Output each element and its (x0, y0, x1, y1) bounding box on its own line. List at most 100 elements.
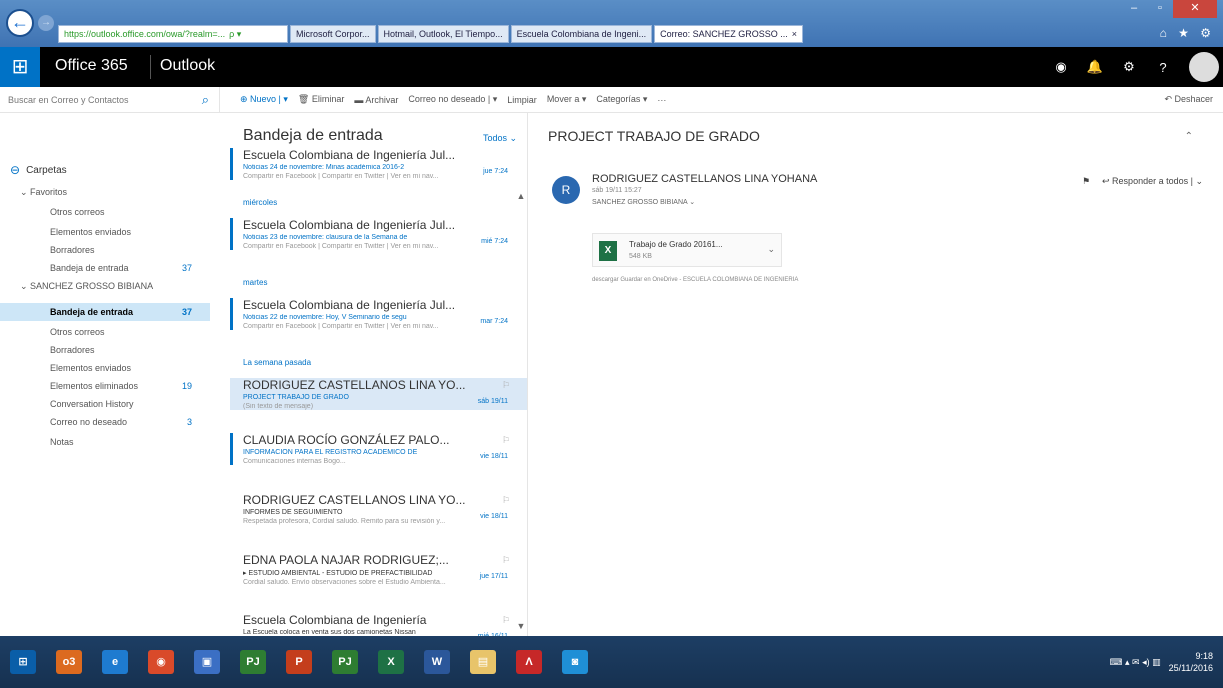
app-icon: W (424, 650, 450, 674)
list-item[interactable]: CLAUDIA ROCÍO GONZÁLEZ PALO... INFORMACIÓ… (230, 433, 527, 465)
avatar[interactable] (1189, 52, 1219, 82)
help-icon[interactable]: ? (1149, 60, 1177, 75)
taskbar-app[interactable]: ⊞ (0, 636, 46, 688)
list-item[interactable]: RODRIGUEZ CASTELLANOS LINA YO... INFORMES… (230, 493, 527, 525)
categories-button[interactable]: Categorías ▾ (596, 94, 647, 105)
taskbar-app[interactable]: PJ (230, 636, 276, 688)
address-actions[interactable]: ρ ▾ (229, 26, 241, 42)
taskbar-app[interactable]: e (92, 636, 138, 688)
taskbar-app[interactable]: W (414, 636, 460, 688)
command-bar: Buscar en Correo y Contactos ⌕ ⊕ Nuevo |… (0, 86, 1223, 113)
office-brand[interactable]: Office 365 (55, 57, 128, 75)
sidebar-folder[interactable]: Elementos enviados (0, 223, 210, 241)
bell-icon[interactable]: 🔔 (1081, 59, 1109, 75)
collapse-icon[interactable]: ⊖ (10, 163, 20, 177)
close-tab-icon[interactable]: × (792, 26, 797, 42)
sidebar-folder[interactable]: Borradores (0, 241, 210, 259)
app-icon: PJ (240, 650, 266, 674)
taskbar-apps: ⊞ o3 e ◉ ▣ PJ P PJ X W ▤ Ʌ ◙ (0, 636, 598, 688)
folders-header[interactable]: ⊖ Carpetas (10, 163, 67, 177)
taskbar-app[interactable]: ◙ (552, 636, 598, 688)
sender-name[interactable]: RODRIGUEZ CASTELLANOS LINA YOHANA (592, 173, 817, 185)
attachment-card[interactable]: X Trabajo de Grado 20161... 548 KB ⌄ (592, 233, 782, 267)
scroll-down-icon[interactable]: ▼ (515, 621, 527, 631)
reply-all-button[interactable]: ↩ Responder a todos | ⌄ (1102, 176, 1203, 187)
maximize-button[interactable]: ▫ (1147, 0, 1173, 18)
sidebar-folder[interactable]: Correo no deseado 3 (0, 413, 210, 431)
sidebar-folder[interactable]: Conversation History (0, 395, 210, 413)
attachment-links[interactable]: descargar Guardar en OneDrive - ESCUELA … (592, 277, 798, 283)
flag-icon[interactable]: ⚐ (502, 380, 510, 391)
sidebar-folder[interactable]: Bandeja de entrada 37 (0, 303, 210, 321)
tray-icons[interactable]: ⌨ ▴ ✉ ◂) ▥ (1110, 657, 1161, 668)
scroll-up-icon[interactable]: ▲ (515, 191, 527, 201)
search-input[interactable]: Buscar en Correo y Contactos ⌕ (0, 86, 220, 113)
skype-icon[interactable]: ◉ (1047, 59, 1075, 75)
collapse-icon[interactable]: ⌃ (1185, 131, 1193, 142)
list-item[interactable]: Escuela Colombiana de Ingeniería Jul... N… (230, 298, 527, 330)
taskbar-app[interactable]: ▤ (460, 636, 506, 688)
excel-file-icon: X (599, 241, 617, 261)
taskbar-app[interactable]: Ʌ (506, 636, 552, 688)
folder-label: Borradores (50, 245, 95, 255)
browser-tab[interactable]: Microsoft Corpor... (290, 25, 376, 43)
undo-button[interactable]: ↶ Deshacer (1164, 94, 1213, 105)
clock[interactable]: 9:18 25/11/2016 (1169, 650, 1213, 674)
list-item[interactable]: EDNA PAOLA NAJAR RODRIGUEZ;... ▸ ESTUDIO … (230, 553, 527, 586)
sender-avatar[interactable]: R (552, 176, 580, 204)
browser-tab-active[interactable]: Correo: SANCHEZ GROSSO ... × (654, 25, 803, 43)
taskbar-app[interactable]: ▣ (184, 636, 230, 688)
back-button[interactable]: ← (6, 9, 34, 37)
minimize-button[interactable]: – (1121, 0, 1147, 18)
flag-icon[interactable]: ⚐ (502, 615, 510, 626)
more-button[interactable]: ··· (657, 95, 666, 105)
taskbar-app[interactable]: ◉ (138, 636, 184, 688)
sidebar-folder[interactable]: ⌄ Favoritos (0, 183, 210, 201)
flag-icon[interactable]: ⚐ (502, 435, 510, 446)
archive-button[interactable]: ▬ Archivar (354, 95, 398, 105)
gear-icon[interactable]: ⚙ (1115, 59, 1143, 75)
filter-dropdown[interactable]: Todos ⌄ (483, 133, 517, 144)
sidebar-folder[interactable]: ⌄ SANCHEZ GROSSO BIBIANA (0, 277, 210, 295)
forward-button[interactable]: → (38, 15, 54, 31)
list-item[interactable]: Escuela Colombiana de Ingeniería Jul... N… (230, 148, 527, 180)
list-item[interactable]: Escuela Colombiana de Ingeniería La Escue… (230, 613, 527, 636)
office-header: ⊞ Office 365 Outlook ◉ 🔔 ⚙ ? (0, 47, 1223, 87)
sweep-button[interactable]: Limpiar (507, 95, 537, 105)
sidebar-folder[interactable]: Elementos enviados (0, 359, 210, 377)
flag-icon[interactable]: ⚐ (502, 555, 510, 566)
taskbar-app[interactable]: PJ (322, 636, 368, 688)
flag-icon[interactable]: ⚐ (502, 495, 510, 506)
search-icon[interactable]: ⌕ (202, 92, 209, 108)
taskbar-app[interactable]: o3 (46, 636, 92, 688)
message-sender: Escuela Colombiana de Ingeniería Jul... (243, 148, 456, 162)
app-launcher-icon[interactable]: ⊞ (0, 47, 40, 87)
taskbar-app[interactable]: X (368, 636, 414, 688)
address-bar[interactable]: https://outlook.office.com/owa/?realm=..… (58, 25, 288, 43)
new-button[interactable]: ⊕ Nuevo | ▾ (240, 94, 288, 105)
junk-button[interactable]: Correo no deseado | ▾ (408, 94, 497, 105)
chevron-down-icon[interactable]: ⌄ (767, 244, 775, 255)
message-preview: Comunicaciones internas Bogo... (243, 458, 346, 465)
sidebar-folder[interactable]: Borradores (0, 341, 210, 359)
close-window-button[interactable]: ✕ (1173, 0, 1217, 18)
browser-toolbar-icons[interactable]: ⌂ ★ ⚙ (1160, 26, 1215, 40)
browser-tab[interactable]: Hotmail, Outlook, El Tiempo... (377, 25, 509, 43)
sidebar-folder[interactable]: Otros correos (0, 203, 210, 221)
list-scrollbar[interactable]: ▲ ▼ (515, 191, 527, 631)
message-time: vie 18/11 (480, 453, 508, 460)
message-subject: Noticias 23 de noviembre: clausura de la… (243, 234, 408, 241)
message-time: jue 7:24 (483, 168, 508, 175)
flag-icon[interactable]: ⚑ (1082, 176, 1090, 187)
list-item[interactable]: Escuela Colombiana de Ingeniería Jul... N… (230, 218, 527, 250)
move-button[interactable]: Mover a ▾ (547, 94, 587, 105)
sidebar-folder[interactable]: Bandeja de entrada 37 (0, 259, 210, 277)
taskbar-app[interactable]: P (276, 636, 322, 688)
browser-tab[interactable]: Escuela Colombiana de Ingeni... (510, 25, 653, 43)
sidebar-folder[interactable]: Notas (0, 433, 210, 451)
list-item[interactable]: RODRIGUEZ CASTELLANOS LINA YO... PROJECT … (230, 378, 527, 410)
recipient[interactable]: SANCHEZ GROSSO BIBIANA ⌄ (592, 198, 695, 206)
sidebar-folder[interactable]: Elementos eliminados 19 (0, 377, 210, 395)
sidebar-folder[interactable]: Otros correos (0, 323, 210, 341)
delete-button[interactable]: 🗑 Eliminar (298, 94, 344, 105)
